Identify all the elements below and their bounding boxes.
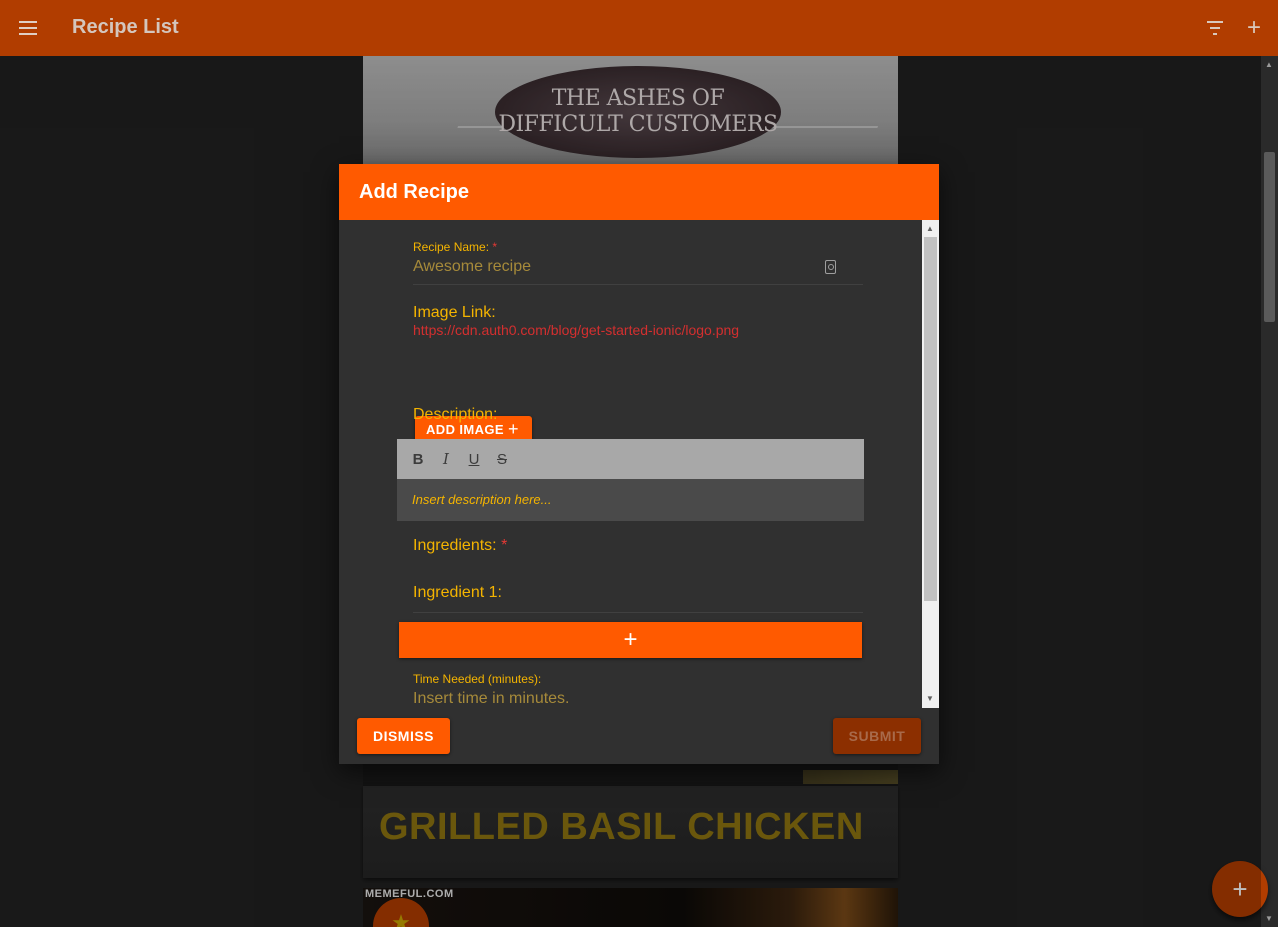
dialog-scrollbar[interactable]: ▲ ▼ [922,220,939,708]
dialog-header: Add Recipe [339,164,939,220]
underline-button[interactable]: U [467,451,481,468]
description-placeholder: Insert description here... [412,492,552,507]
dialog-title: Add Recipe [359,181,470,203]
description-editor[interactable]: Insert description here... [397,479,864,521]
contact-card-icon [825,260,836,274]
add-ingredient-button[interactable]: + [399,622,862,658]
strikethrough-button[interactable]: S [495,451,509,468]
scroll-up-arrow-icon[interactable]: ▲ [1265,60,1273,69]
app-toolbar: Recipe List + [0,0,1278,56]
menu-button[interactable] [0,0,56,56]
plus-icon: + [623,626,638,653]
dialog-scrollbar-thumb[interactable] [924,237,937,601]
recipe-name-underline [413,284,863,285]
image-link-label: Image Link: [413,304,496,321]
ingredient-1-label[interactable]: Ingredient 1: [413,584,502,602]
menu-icon [19,21,37,35]
ingredients-label: Ingredients: * [413,537,508,554]
add-recipe-dialog: Add Recipe Recipe Name: * Awesome recipe… [339,164,939,764]
time-needed-input[interactable]: Insert time in minutes. [413,690,570,708]
description-label: Description: [413,406,498,423]
scroll-up-arrow-icon[interactable]: ▲ [926,224,934,233]
submit-button[interactable]: SUBMIT [833,718,921,754]
scrollbar-thumb[interactable] [1264,152,1275,322]
page-title: Recipe List [72,16,179,38]
ingredient-1-underline [413,612,863,613]
scroll-down-arrow-icon[interactable]: ▼ [926,694,934,703]
dialog-footer: DISMISS SUBMIT [339,708,939,764]
required-mark: * [492,240,498,254]
bold-button[interactable]: B [411,451,425,468]
dialog-content: Recipe Name: * Awesome recipe Image Link… [339,220,922,708]
plus-icon: + [508,419,519,439]
time-needed-label: Time Needed (minutes): [413,672,542,686]
scroll-down-arrow-icon[interactable]: ▼ [1265,914,1273,923]
rich-text-toolbar: B I U S [397,439,864,479]
dismiss-button[interactable]: DISMISS [357,718,450,754]
italic-button[interactable]: I [439,450,453,468]
add-icon[interactable]: + [1242,16,1266,40]
recipe-name-input[interactable]: Awesome recipe [413,258,531,276]
image-link-url[interactable]: https://cdn.auth0.com/blog/get-started-i… [413,322,739,338]
recipe-name-label: Recipe Name: * [413,240,498,254]
page-scrollbar[interactable]: ▲ ▼ [1261,56,1278,927]
filter-icon[interactable] [1203,16,1227,40]
required-mark: * [501,537,508,554]
